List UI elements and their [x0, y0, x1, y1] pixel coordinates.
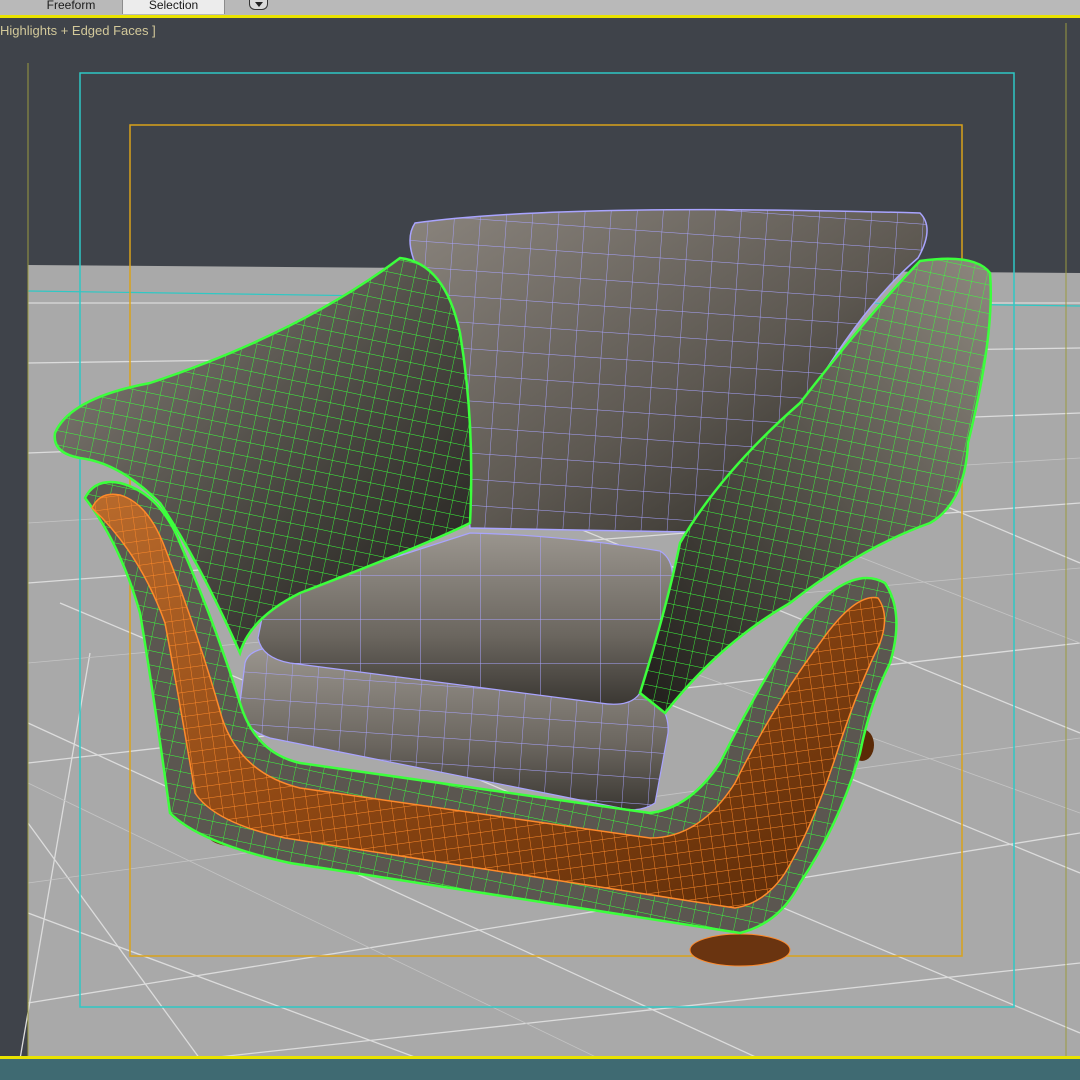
tab-freeform[interactable]: Freeform — [22, 0, 120, 14]
viewport-shading-label[interactable]: Highlights + Edged Faces ] — [0, 23, 156, 38]
status-bar — [0, 1059, 1080, 1080]
ribbon-dropdown-button[interactable] — [249, 0, 268, 10]
ribbon-bar: Freeform Selection — [0, 0, 1080, 16]
chevron-down-icon — [255, 2, 263, 7]
tab-selection[interactable]: Selection — [122, 0, 225, 14]
chair-foot-front-right — [689, 933, 791, 967]
viewport-scene — [19, 23, 1080, 1056]
perspective-viewport[interactable]: Highlights + Edged Faces ] — [0, 15, 1080, 1059]
